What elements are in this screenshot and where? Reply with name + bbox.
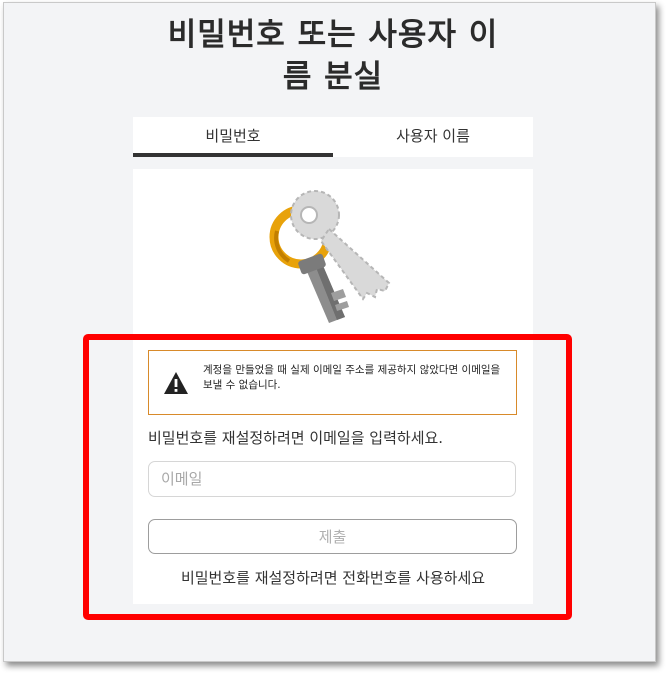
- page-title-line-2: 름 분실: [282, 59, 384, 95]
- recovery-tabs: 비밀번호 사용자 이름: [133, 117, 533, 157]
- key-illustration-icon: [263, 189, 403, 329]
- use-phone-link[interactable]: 비밀번호를 재설정하려면 전화번호를 사용하세요: [133, 567, 533, 588]
- email-prompt: 비밀번호를 재설정하려면 이메일을 입력하세요.: [148, 429, 444, 447]
- alert-message: 계정을 만들었을 때 실제 이메일 주소를 제공하지 않았다면 이메일을 보낼 …: [203, 364, 501, 391]
- tab-username[interactable]: 사용자 이름: [333, 117, 533, 157]
- tab-password[interactable]: 비밀번호: [133, 117, 333, 157]
- warning-alert: 계정을 만들었을 때 실제 이메일 주소를 제공하지 않았다면 이메일을 보낼 …: [148, 350, 517, 415]
- warning-icon: [164, 372, 188, 394]
- page-title-line-1: 비밀번호 또는 사용자 이: [167, 17, 499, 53]
- recovery-card: 계정을 만들었을 때 실제 이메일 주소를 제공하지 않았다면 이메일을 보낼 …: [133, 169, 533, 604]
- page-title: 비밀번호 또는 사용자 이 름 분실: [0, 14, 666, 98]
- email-field[interactable]: [148, 461, 516, 497]
- submit-button[interactable]: 제출: [148, 519, 517, 554]
